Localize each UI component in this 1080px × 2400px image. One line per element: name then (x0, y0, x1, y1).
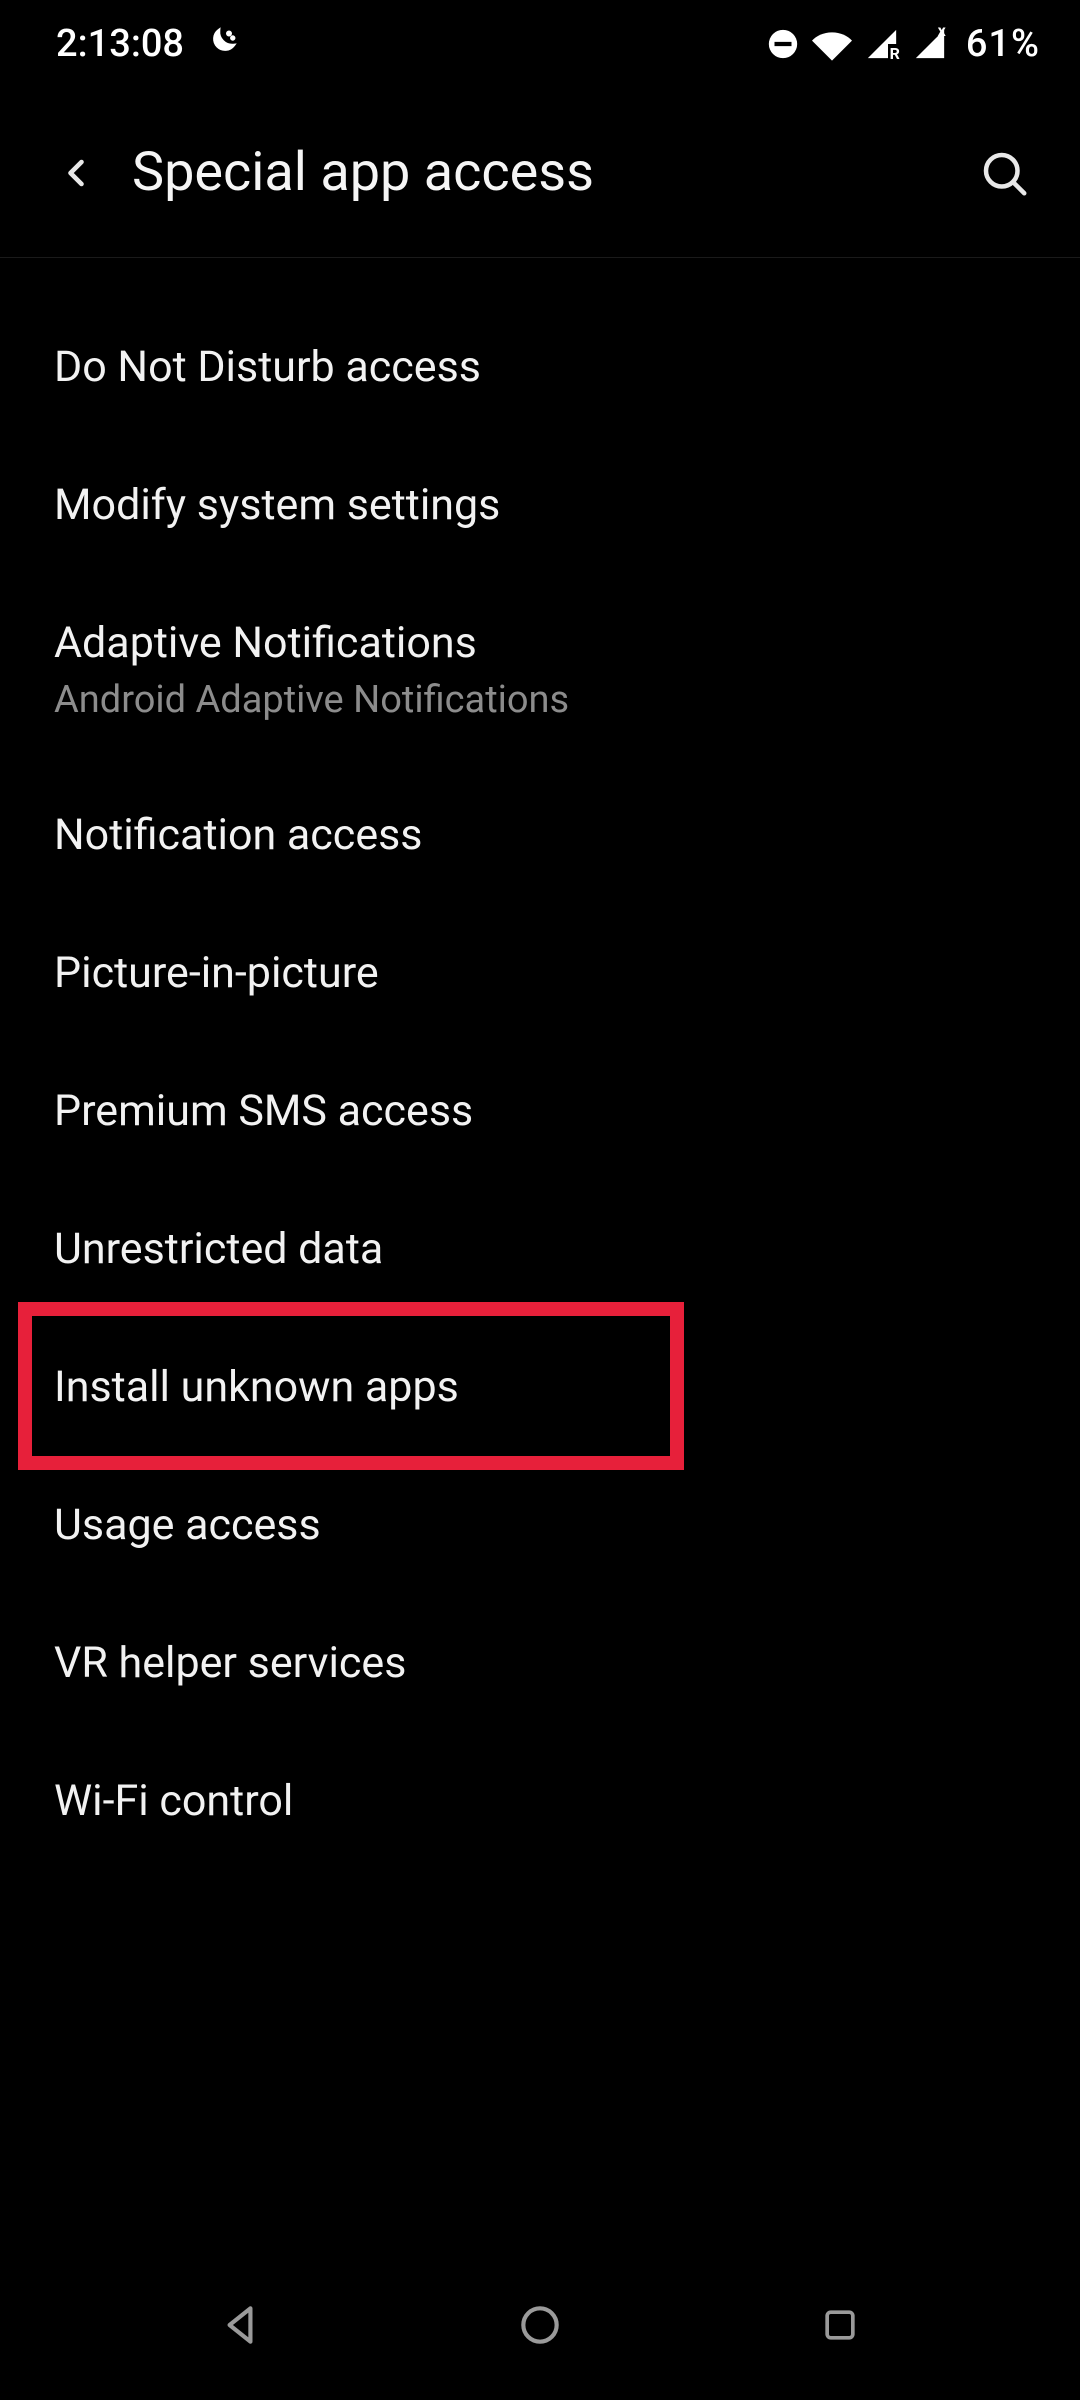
item-adaptive-notifications[interactable]: Adaptive Notifications Android Adaptive … (0, 574, 1080, 766)
status-left: 2:13:08 (56, 22, 238, 66)
item-install-unknown-apps[interactable]: Install unknown apps (0, 1318, 1080, 1456)
item-wifi-control[interactable]: Wi-Fi control (0, 1732, 1080, 1870)
item-title: Usage access (54, 1500, 1026, 1550)
dnd-moon-icon (202, 26, 238, 62)
wifi-icon (812, 27, 852, 61)
status-bar: 2:13:08 R x 61% (0, 0, 1080, 88)
page-title: Special app access (132, 141, 968, 204)
nav-home-icon (515, 2300, 565, 2350)
status-time: 2:13:08 (56, 22, 184, 66)
nav-back-button[interactable] (180, 2265, 300, 2385)
search-button[interactable] (968, 137, 1040, 209)
settings-list: Do Not Disturb access Modify system sett… (0, 258, 1080, 1870)
item-title: Wi-Fi control (54, 1776, 1026, 1826)
item-title: Do Not Disturb access (54, 342, 1026, 392)
item-title: Install unknown apps (54, 1362, 1026, 1412)
search-icon (977, 146, 1031, 200)
back-button[interactable] (40, 137, 112, 209)
nav-back-icon (215, 2300, 265, 2350)
chevron-left-icon (54, 151, 98, 195)
item-notification-access[interactable]: Notification access (0, 766, 1080, 904)
item-picture-in-picture[interactable]: Picture-in-picture (0, 904, 1080, 1042)
item-premium-sms-access[interactable]: Premium SMS access (0, 1042, 1080, 1180)
item-vr-helper-services[interactable]: VR helper services (0, 1594, 1080, 1732)
signal-2-icon: x (912, 27, 948, 61)
item-title: VR helper services (54, 1638, 1026, 1688)
nav-recents-button[interactable] (780, 2265, 900, 2385)
item-do-not-disturb-access[interactable]: Do Not Disturb access (0, 298, 1080, 436)
item-title: Picture-in-picture (54, 948, 1026, 998)
item-unrestricted-data[interactable]: Unrestricted data (0, 1180, 1080, 1318)
item-title: Modify system settings (54, 480, 1026, 530)
signal-1-icon: R (864, 27, 900, 61)
nav-recents-icon (818, 2303, 862, 2347)
dnd-minus-icon (766, 27, 800, 61)
status-right: R x 61% (766, 22, 1040, 66)
battery-text: 61% (966, 22, 1040, 66)
nav-home-button[interactable] (480, 2265, 600, 2385)
item-modify-system-settings[interactable]: Modify system settings (0, 436, 1080, 574)
item-title: Unrestricted data (54, 1224, 1026, 1274)
app-bar: Special app access (0, 88, 1080, 258)
item-title: Premium SMS access (54, 1086, 1026, 1136)
item-title: Notification access (54, 810, 1026, 860)
item-subtitle: Android Adaptive Notifications (54, 678, 1026, 722)
item-title: Adaptive Notifications (54, 618, 1026, 668)
item-usage-access[interactable]: Usage access (0, 1456, 1080, 1594)
navigation-bar (0, 2250, 1080, 2400)
